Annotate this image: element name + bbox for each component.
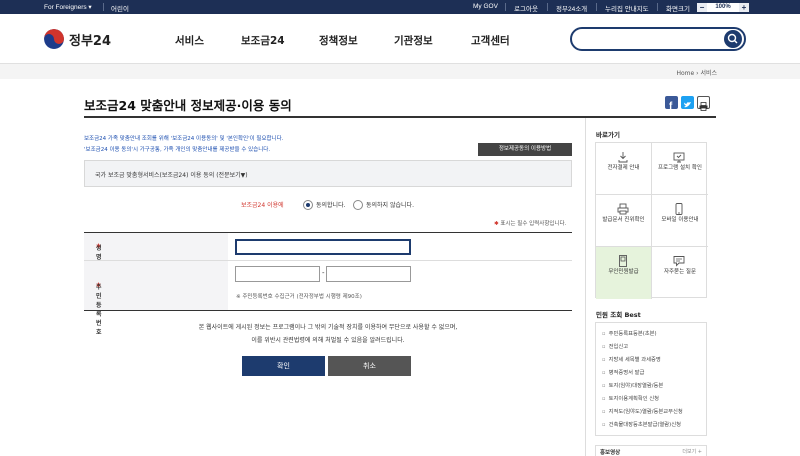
nav-services[interactable]: 서비스: [175, 33, 204, 48]
nav-subsidy24[interactable]: 보조금24: [241, 33, 285, 48]
cancel-button[interactable]: 취소: [328, 356, 411, 376]
quick-link-label: 모바일 이용안내: [661, 217, 699, 223]
printer-icon: [617, 203, 629, 215]
rrn-front-input[interactable]: [235, 266, 320, 282]
quick-link-label: 프로그램 설치 확인: [658, 165, 702, 171]
monitor-icon: [673, 152, 685, 163]
quick-link-verify[interactable]: 발급문서 진위확인: [596, 195, 652, 247]
promo-video-section: 홍보영상 더보기 +: [595, 445, 707, 456]
quick-link-label: 전자결제 안내: [607, 165, 640, 171]
best-item-5[interactable]: 토지(임야)대장열람/등본: [602, 381, 664, 389]
quick-link-payment[interactable]: 전자결제 안내: [596, 143, 652, 195]
quick-link-program[interactable]: 프로그램 설치 확인: [652, 143, 708, 195]
kiosk-icon: [619, 255, 627, 267]
disagree-radio[interactable]: [353, 200, 363, 210]
logo-text: 정부24: [69, 33, 112, 49]
quick-link-label: 발급문서 진위확인: [602, 217, 645, 223]
chat-bubble-icon: [673, 256, 685, 267]
sidebar-divider: [585, 118, 586, 456]
notice-line-1: 본 웹사이트에 게시된 정보는 프로그램이나 그 밖의 기술적 장치를 이용하여…: [198, 324, 458, 331]
page-title: 보조금24 맞춤안내 정보제공·이용 동의: [84, 98, 292, 113]
breadcrumb: Home › 서비스: [0, 64, 800, 79]
form-bottom-border: [84, 310, 572, 311]
taegeuk-icon: [44, 29, 64, 49]
quick-link-mobile[interactable]: 모바일 이용안내: [652, 195, 708, 247]
best-title: 민원 조회 Best: [596, 311, 641, 319]
zoom-out-button[interactable]: −: [697, 2, 707, 12]
quick-link-label: 무인민원발급: [608, 269, 639, 275]
zoom-control: − 100% +: [697, 2, 749, 12]
best-item-8[interactable]: 건축물대장등초본발급(열람)신청: [602, 420, 681, 428]
promo-more-link[interactable]: 더보기 +: [682, 448, 702, 455]
site-header: 정부24 서비스 보조금24 정책정보 기관정보 고객센터: [0, 14, 800, 64]
title-divider: [84, 116, 716, 118]
twitter-icon[interactable]: [681, 96, 694, 109]
download-icon: [618, 152, 628, 163]
mobile-icon: [675, 203, 683, 215]
rrn-note: ※ 주민등록번호 수집근거 (전자정부법 시행령 제90조): [236, 294, 362, 300]
consent-terms-box[interactable]: 국가 보조금 맞춤형서비스(보조금24) 이용 동의 (전문보기▼): [84, 160, 572, 187]
info-text-1: 보조금24 가족 맞춤안내 조회를 위해 '보조금24 이용동의' 및 '본인확…: [84, 136, 284, 142]
required-note: ✱ 표시는 필수 입력사항입니다.: [494, 219, 566, 227]
best-item-2[interactable]: 전입신고: [602, 342, 629, 350]
breadcrumb-home[interactable]: Home: [676, 70, 694, 77]
breadcrumb-current[interactable]: 서비스: [700, 70, 717, 77]
agree-radio[interactable]: [303, 200, 313, 210]
search-button[interactable]: [724, 30, 742, 48]
intro-link[interactable]: 정부24소개: [556, 3, 587, 13]
zoom-value: 100%: [707, 2, 739, 12]
sitemap-link[interactable]: 누리집 안내지도: [605, 3, 649, 13]
foreigners-link[interactable]: For Foreigners ▾: [44, 3, 92, 11]
best-item-6[interactable]: 토지이용계획확인 신청: [602, 394, 659, 402]
quick-link-faq[interactable]: 자주묻는 질문: [652, 247, 708, 299]
facebook-icon[interactable]: f: [665, 96, 678, 112]
nav-policy[interactable]: 정책정보: [319, 33, 358, 48]
consent-method-button[interactable]: 정보제공동의 이용방법: [478, 143, 572, 156]
search-icon: [727, 33, 738, 44]
quick-link-label: 자주묻는 질문: [663, 269, 697, 275]
nav-agencies[interactable]: 기관정보: [394, 33, 433, 48]
name-label: 성명: [96, 245, 102, 261]
search-input[interactable]: [570, 27, 746, 51]
screen-size-label: 화면크기: [666, 6, 690, 13]
confirm-button[interactable]: 확인: [242, 356, 325, 376]
notice-line-2: 이를 위반시 관련법령에 의해 처벌될 수 있음을 알려드립니다.: [251, 337, 405, 344]
best-item-4[interactable]: 병적증명서 발급: [602, 368, 645, 376]
consent-radio-label: 보조금24 이용에: [241, 202, 284, 209]
quick-links-grid: 전자결제 안내 프로그램 설치 확인 발급문서 진위확인 모바일 이용안내 무인…: [595, 142, 708, 299]
required-note-text: 표시는 필수 입력사항입니다.: [500, 221, 567, 227]
zoom-in-button[interactable]: +: [739, 2, 749, 12]
rrn-separator: -: [322, 269, 325, 277]
top-utility-bar: For Foreigners ▾ 어린이 My GOV 로그아웃 정부24소개 …: [0, 0, 800, 14]
name-input[interactable]: [235, 239, 411, 255]
best-item-1[interactable]: 주민등록표등본(초본): [602, 329, 657, 337]
best-item-3[interactable]: 지방세 세목별 과세증명: [602, 355, 661, 363]
rrn-back-input[interactable]: [326, 266, 411, 282]
my-gov-link[interactable]: My GOV: [473, 3, 498, 10]
disagree-radio-label[interactable]: 동의하지 않습니다.: [366, 200, 414, 209]
quick-links-title: 바로가기: [596, 131, 620, 139]
best-item-7[interactable]: 지적도(임야도)열람/등본교부신청: [602, 407, 683, 415]
quick-link-kiosk[interactable]: 무인민원발급: [596, 247, 652, 299]
kids-link[interactable]: 어린이: [111, 3, 129, 13]
nav-customer-center[interactable]: 고객센터: [471, 33, 510, 48]
agree-radio-label[interactable]: 동의합니다.: [316, 200, 346, 209]
info-text-2: '보조금24 이용 동의'시 가구공통, 가족 개인의 맞춤안내를 제공받을 수…: [84, 147, 271, 153]
svg-text:f: f: [669, 101, 673, 111]
print-icon[interactable]: [697, 96, 710, 111]
logo[interactable]: 정부24: [44, 29, 111, 49]
logout-link[interactable]: 로그아웃: [514, 3, 538, 13]
consent-terms-text[interactable]: 국가 보조금 맞춤형서비스(보조금24) 이용 동의 (전문보기▼): [95, 170, 248, 179]
promo-title: 홍보영상: [600, 450, 621, 456]
best-list: 주민등록표등본(초본) 전입신고 지방세 세목별 과세증명 병적증명서 발급 토…: [595, 322, 707, 436]
